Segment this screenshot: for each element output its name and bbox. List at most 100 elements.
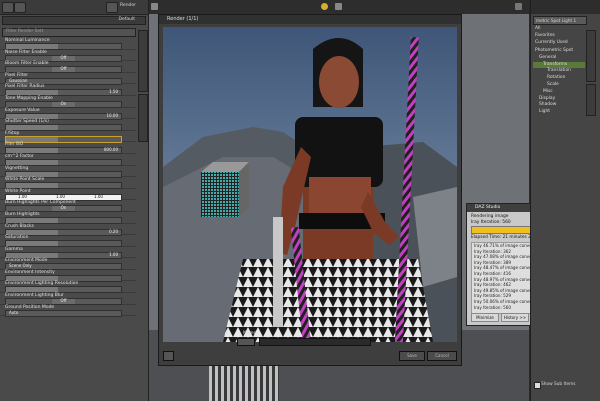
setting-value: Off xyxy=(60,54,67,60)
slider-fill xyxy=(6,252,58,258)
setting-value: Scene Only xyxy=(9,263,32,269)
tree-item[interactable]: Rotation xyxy=(533,75,585,82)
setting-row: Crush Blacks 0.20 xyxy=(0,224,136,236)
preset-icon[interactable] xyxy=(106,2,118,13)
setting-row: Vignetting xyxy=(0,166,136,178)
setting-row: White Point 1.00 1.00 1.00 xyxy=(0,189,136,201)
setting-row: Film ISO 800.00 xyxy=(0,142,136,155)
setting-row: Saturation xyxy=(0,235,136,248)
render-window: Render (1/1) Name Save Cancel xyxy=(158,14,462,366)
setting-row: Bloom Filter Enable Off xyxy=(0,61,136,74)
slider-fill xyxy=(6,159,58,165)
tab-render-library[interactable] xyxy=(138,94,148,142)
show-sub-items-label: Show Sub Items xyxy=(541,382,576,387)
render-image-svg xyxy=(163,27,457,342)
render-format-select[interactable] xyxy=(237,338,255,346)
slider-fill xyxy=(6,229,58,235)
setting-row: cm^2 Factor xyxy=(0,154,136,166)
color-component: 1.00 xyxy=(94,193,103,199)
slider-fill xyxy=(6,183,58,189)
show-sub-items-checkbox[interactable] xyxy=(534,382,541,389)
slider-fill xyxy=(6,113,58,119)
setting-row: Burn Highlights Per Component On xyxy=(0,200,136,213)
color-component: 1.00 xyxy=(18,193,27,199)
setting-row: Environment Lighting Resolution xyxy=(0,281,136,294)
progress-status: Rendering image xyxy=(471,214,509,219)
setting-value: 1.50 xyxy=(109,89,118,95)
setting-row: Burn Highlights xyxy=(0,212,136,224)
setting-row: Tone Mapping Enable On xyxy=(0,96,136,108)
render-window-title: Render (1/1) xyxy=(167,16,199,22)
tree-item[interactable]: Light xyxy=(533,109,585,116)
setting-row: F/Stop xyxy=(0,131,136,143)
setting-row: Gamma 1.00 xyxy=(0,247,136,259)
setting-value: 800.00 xyxy=(104,147,118,153)
setting-row: Exposure Value 16.00 xyxy=(0,108,136,120)
progress-dialog-title: DAZ Studio xyxy=(475,205,501,210)
color-component: 1.00 xyxy=(56,193,65,199)
viewport-skirt-pattern xyxy=(209,360,279,401)
setting-row: Environment Lighting Blur Off xyxy=(0,293,136,306)
setting-row: White Point Scale xyxy=(0,177,136,190)
settings-list: Nominal Luminance Noise Filter Enable Off B… xyxy=(0,38,136,317)
render-image xyxy=(163,27,457,342)
parameter-filters: All Favorites Currently Used xyxy=(533,26,585,46)
setting-row: Pixel Filter Gaussian xyxy=(0,73,136,85)
property-tree: Photometric Spot General Transforms Transla… xyxy=(533,48,585,116)
slider-fill xyxy=(6,44,58,49)
render-settings-toolbar: Render xyxy=(0,0,148,15)
parameters-toolbar xyxy=(531,0,600,14)
setting-row: Pixel Filter Radius 1.50 xyxy=(0,84,136,97)
tree-item[interactable]: Misc xyxy=(533,89,585,96)
slider-fill xyxy=(6,148,58,154)
render-save-button[interactable]: Save xyxy=(399,351,425,361)
setting-row: Environment Mode Scene Only xyxy=(0,258,136,271)
tree-item[interactable]: Photometric Spot xyxy=(533,48,585,55)
camera-icon[interactable] xyxy=(151,3,158,10)
settings-search-placeholder: Filter Render Sett xyxy=(6,29,44,34)
tree-item[interactable]: Scale xyxy=(533,82,585,89)
iray-icon[interactable] xyxy=(321,3,328,10)
filter-item[interactable]: Favorites xyxy=(533,33,585,40)
setting-value: 1.00 xyxy=(109,251,118,257)
viewport-menu-icon[interactable] xyxy=(515,3,522,10)
setting-row: Noise Filter Enable Off xyxy=(0,50,136,62)
filter-item[interactable]: Currently Used xyxy=(533,40,585,47)
slider-fill xyxy=(6,136,58,142)
setting-row: Ground Position Mode Auto xyxy=(0,305,136,317)
preset-select-value: Default xyxy=(118,17,135,22)
slider-fill xyxy=(6,217,58,223)
node-select[interactable]: metric Spot Light 1 xyxy=(533,16,587,25)
settings-search-input[interactable]: Filter Render Sett xyxy=(2,28,136,37)
setting-value: Off xyxy=(60,66,67,72)
render-options-icon[interactable] xyxy=(163,351,174,361)
setting-value: 0.20 xyxy=(109,228,118,234)
preset-select[interactable]: Default xyxy=(2,16,146,25)
slider-fill xyxy=(6,287,58,293)
filter-item[interactable]: All xyxy=(533,26,585,33)
setting-row: Environment Intensity xyxy=(0,270,136,282)
setting-row: Shutter Speed (1/s) xyxy=(0,119,136,132)
tree-item[interactable]: General xyxy=(533,55,585,62)
render-window-titlebar[interactable]: Render (1/1) xyxy=(159,15,461,24)
render-preview-icon[interactable] xyxy=(335,3,342,10)
render-name-input[interactable] xyxy=(259,338,371,346)
slider-fill xyxy=(6,171,58,177)
slider-fill xyxy=(6,90,58,96)
setting-value: Off xyxy=(60,298,67,304)
history-button[interactable]: History >> xyxy=(501,313,529,322)
setting-row: Nominal Luminance xyxy=(0,38,136,50)
refresh-icon[interactable] xyxy=(14,2,26,13)
setting-value: Gaussian xyxy=(9,77,28,83)
render-settings-panel: Render Default Filter Render Sett Nomina… xyxy=(0,0,149,401)
minimize-button[interactable]: Minimize xyxy=(471,313,499,322)
tab-scene[interactable] xyxy=(586,84,596,116)
menu-icon[interactable] xyxy=(2,2,14,13)
dropdown[interactable]: Auto xyxy=(5,309,122,317)
tab-parameters[interactable] xyxy=(586,30,596,82)
tab-render-settings[interactable] xyxy=(138,30,148,92)
render-name-label: Name xyxy=(243,331,257,336)
slider-fill xyxy=(6,125,58,131)
render-cancel-button[interactable]: Cancel xyxy=(427,351,457,361)
progress-iteration: Iray Iteration: 560 xyxy=(471,220,511,225)
